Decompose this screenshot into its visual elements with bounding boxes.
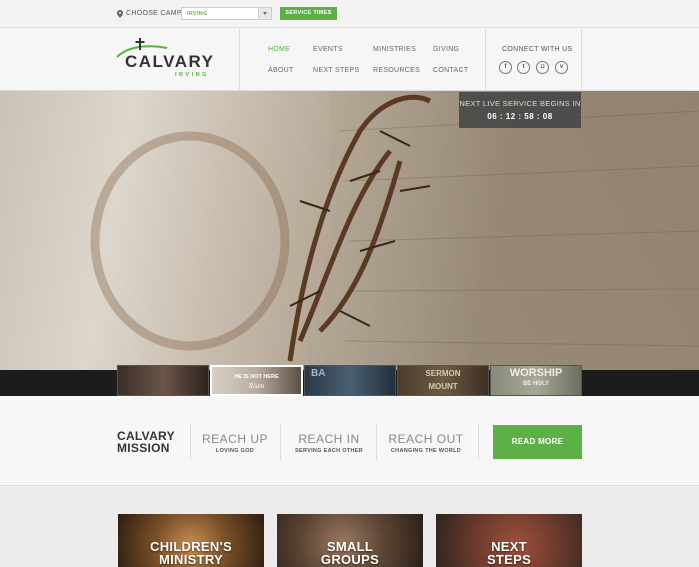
slide-thumb-5-line1: WORSHIP bbox=[509, 367, 563, 379]
header-divider bbox=[485, 29, 486, 91]
next-steps-card[interactable]: NEXT STEPS bbox=[436, 514, 582, 567]
service-times-button[interactable]: SERVICE TIMES bbox=[280, 7, 337, 20]
slide-thumb-5[interactable]: WORSHIP BE HOLY bbox=[490, 365, 582, 396]
chevron-down-icon[interactable] bbox=[258, 8, 271, 19]
mission-title-line2: MISSION bbox=[117, 441, 170, 455]
nav-ministries[interactable]: MINISTRIES bbox=[373, 46, 416, 53]
reach-out-sub: CHANGING THE WORLD bbox=[390, 448, 462, 454]
slide-thumb-3[interactable]: BA bbox=[304, 365, 396, 396]
slide-thumb-2-line2: Risen bbox=[248, 382, 265, 390]
logo[interactable]: CALVARY IRVING bbox=[115, 37, 215, 79]
twitter-icon[interactable]: t bbox=[517, 61, 530, 74]
small-groups-card-line2: GROUPS bbox=[320, 552, 380, 567]
read-more-button[interactable]: READ MORE bbox=[493, 425, 582, 459]
vimeo-icon[interactable]: v bbox=[555, 61, 568, 74]
mission-divider bbox=[190, 424, 191, 460]
header-divider bbox=[239, 29, 240, 91]
reach-up: REACH UP LOVING GOD bbox=[200, 432, 270, 454]
nav-giving[interactable]: GIVING bbox=[433, 46, 459, 53]
top-bar: CHOOSE CAMPUS IRVING SERVICE TIMES bbox=[0, 0, 699, 28]
nav-contact[interactable]: CONTACT bbox=[433, 67, 468, 74]
mission-title: CALVARY MISSION bbox=[117, 430, 175, 454]
childrens-ministry-card-line2: MINISTRY bbox=[158, 552, 224, 567]
nav-about[interactable]: ABOUT bbox=[268, 67, 294, 74]
slide-thumb-2[interactable]: HE IS NOT HERE Risen bbox=[210, 365, 303, 396]
reach-out-heading: REACH OUT bbox=[388, 432, 464, 446]
connect-label: CONNECT WITH US bbox=[502, 46, 573, 53]
slide-thumb-2-line1: HE IS NOT HERE bbox=[234, 374, 279, 380]
header-divider bbox=[581, 29, 582, 91]
mission-divider bbox=[376, 424, 377, 460]
campus-select-value: IRVING bbox=[187, 11, 208, 17]
nav-resources[interactable]: RESOURCES bbox=[373, 67, 420, 74]
reach-in-heading: REACH IN bbox=[298, 432, 360, 446]
instagram-icon[interactable]: ◘ bbox=[536, 61, 549, 74]
slide-thumb-3-title: BA bbox=[311, 368, 326, 379]
crown-of-thorns-image bbox=[90, 91, 699, 370]
location-pin-icon bbox=[117, 10, 123, 18]
small-groups-card[interactable]: SMALL GROUPS bbox=[277, 514, 423, 567]
logo-campus: IRVING bbox=[175, 72, 209, 78]
slide-thumb-4-line2: MOUNT bbox=[428, 382, 458, 391]
next-steps-card-line2: STEPS bbox=[486, 552, 532, 567]
next-steps-card-title: NEXT STEPS bbox=[436, 540, 582, 566]
childrens-ministry-card[interactable]: CHILDREN'S MINISTRY bbox=[118, 514, 264, 567]
childrens-ministry-card-title: CHILDREN'S MINISTRY bbox=[118, 540, 264, 566]
site-header: CALVARY IRVING HOME EVENTS MINISTRIES GI… bbox=[0, 29, 699, 91]
hero-banner bbox=[0, 91, 699, 370]
facebook-icon[interactable]: f bbox=[499, 61, 512, 74]
logo-name: CALVARY bbox=[125, 52, 215, 71]
mission-divider bbox=[280, 424, 281, 460]
nav-next-steps[interactable]: NEXT STEPS bbox=[313, 67, 359, 74]
mission-divider bbox=[478, 424, 479, 460]
countdown-box: NEXT LIVE SERVICE BEGINS IN 06 : 12 : 58… bbox=[459, 92, 581, 128]
small-groups-card-title: SMALL GROUPS bbox=[277, 540, 423, 566]
reach-in-sub: SERVING EACH OTHER bbox=[295, 448, 363, 454]
mission-section: CALVARY MISSION REACH UP LOVING GOD REAC… bbox=[0, 396, 699, 486]
slide-thumb-1[interactable] bbox=[117, 365, 209, 396]
reach-up-sub: LOVING GOD bbox=[215, 448, 255, 454]
reach-up-heading: REACH UP bbox=[201, 432, 268, 446]
nav-home[interactable]: HOME bbox=[268, 46, 290, 53]
reach-out: REACH OUT CHANGING THE WORLD bbox=[382, 432, 470, 454]
campus-select[interactable]: IRVING bbox=[181, 7, 272, 20]
slide-thumb-4-line1: SERMON bbox=[425, 369, 461, 378]
countdown-timer: 06 : 12 : 58 : 08 bbox=[487, 112, 553, 121]
nav-events[interactable]: EVENTS bbox=[313, 46, 343, 53]
countdown-label: NEXT LIVE SERVICE BEGINS IN bbox=[459, 99, 581, 108]
reach-in: REACH IN SERVING EACH OTHER bbox=[288, 432, 370, 454]
slide-thumb-5-line2: BE HOLY bbox=[522, 381, 550, 387]
slide-thumb-4[interactable]: SERMON MOUNT bbox=[397, 365, 489, 396]
